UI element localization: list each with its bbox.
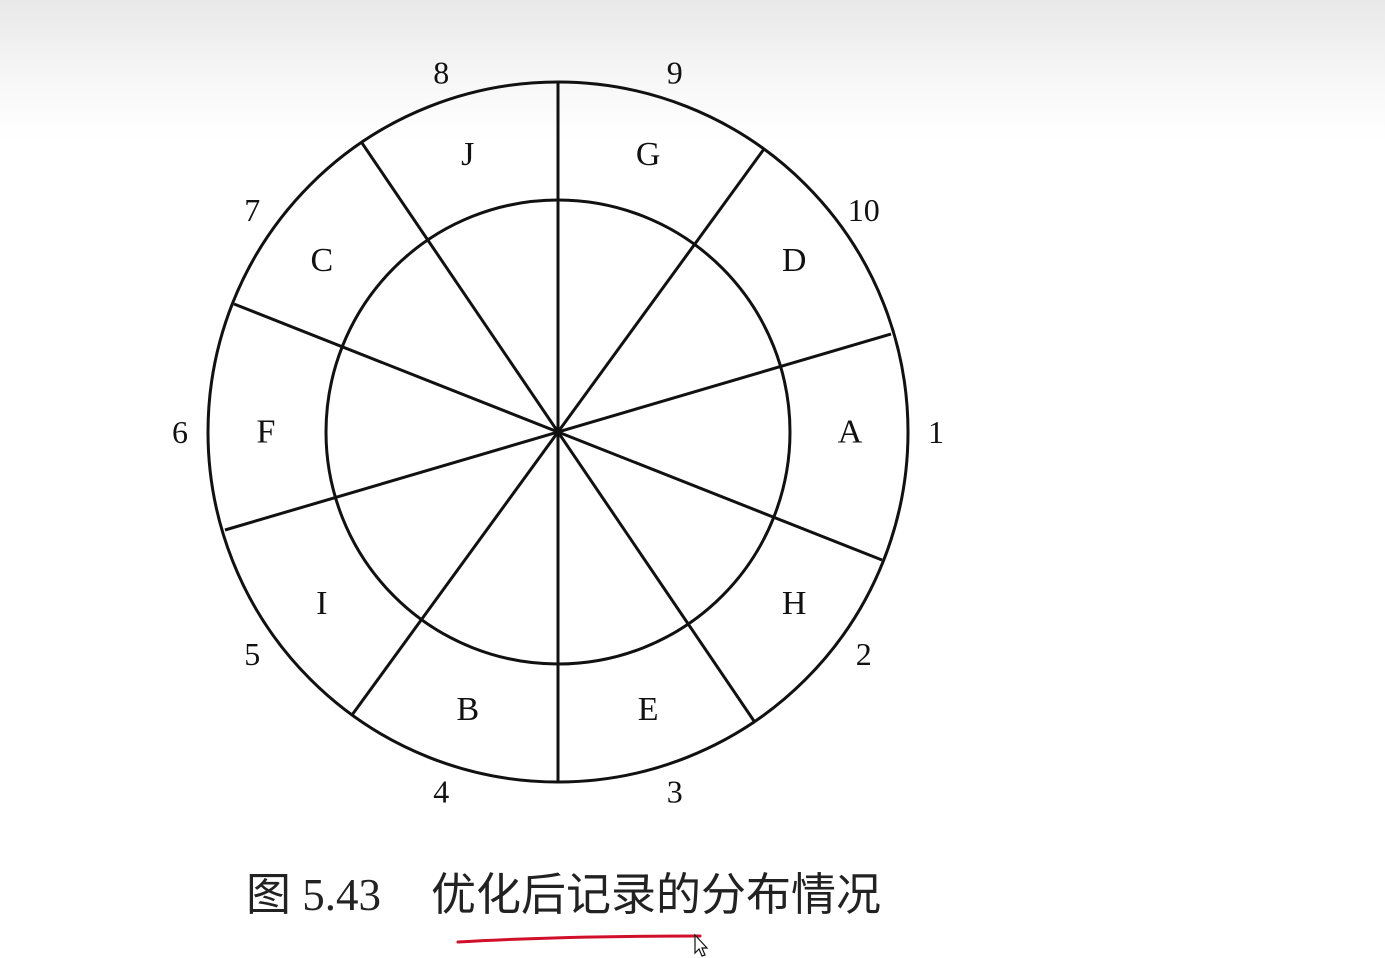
annotation-layer xyxy=(456,933,709,957)
page: A 1 H 2 E 3 B 4 I 5 F 6 C 7 J 8 G 9 D 10 图 5.43 优化后记录的分布情况 xyxy=(0,0,1385,958)
red-underline-annotation xyxy=(456,934,702,944)
mouse-cursor-icon xyxy=(694,933,709,957)
